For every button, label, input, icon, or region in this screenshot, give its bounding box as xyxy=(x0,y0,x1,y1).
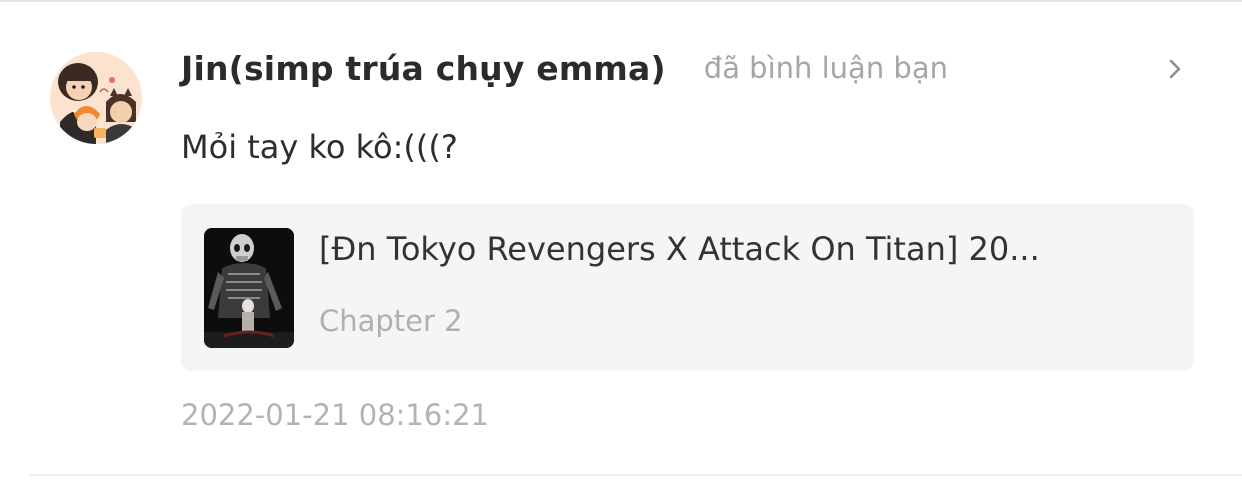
notification-header: Jin(simp trúa chụy emma) đã bình luận bạ… xyxy=(181,42,948,94)
notification-action: đã bình luận bạn xyxy=(703,51,948,85)
top-divider xyxy=(0,0,1242,2)
timestamp: 2022-01-21 08:16:21 xyxy=(181,398,489,432)
comment-notification[interactable]: Jin(simp trúa chụy emma) đã bình luận bạ… xyxy=(0,0,1242,503)
comment-text: Mỏi tay ko kô:(((? xyxy=(181,128,458,166)
story-title[interactable]: [Đn Tokyo Revengers X Attack On Titan] 2… xyxy=(319,230,1169,268)
user-avatar[interactable] xyxy=(50,52,142,144)
bottom-divider xyxy=(30,474,1242,476)
chevron-right-icon[interactable] xyxy=(1160,54,1190,84)
username[interactable]: Jin(simp trúa chụy emma) xyxy=(181,49,666,88)
story-chapter: Chapter 2 xyxy=(319,304,463,338)
story-cover-image[interactable] xyxy=(204,228,294,348)
avatar-illustration-icon xyxy=(50,52,142,144)
story-card[interactable]: [Đn Tokyo Revengers X Attack On Titan] 2… xyxy=(181,204,1194,371)
